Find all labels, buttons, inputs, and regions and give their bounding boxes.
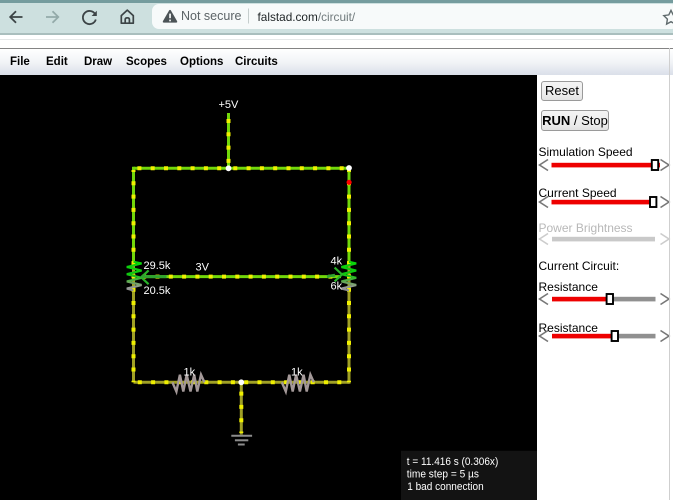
svg-text:29.5k: 29.5k [144, 260, 171, 272]
svg-text:1 bad connection: 1 bad connection [407, 481, 484, 493]
svg-text:3V: 3V [196, 261, 210, 273]
svg-text:4k: 4k [331, 255, 343, 267]
svg-text:t = 11.416 s (0.306x): t = 11.416 s (0.306x) [407, 456, 499, 468]
svg-text:time step = 5 µs: time step = 5 µs [407, 468, 480, 480]
svg-text:1k: 1k [184, 366, 196, 378]
svg-text:1k: 1k [291, 366, 303, 378]
svg-text:+5V: +5V [219, 99, 240, 111]
svg-text:6k: 6k [331, 280, 343, 292]
svg-text:20.5k: 20.5k [144, 285, 171, 297]
